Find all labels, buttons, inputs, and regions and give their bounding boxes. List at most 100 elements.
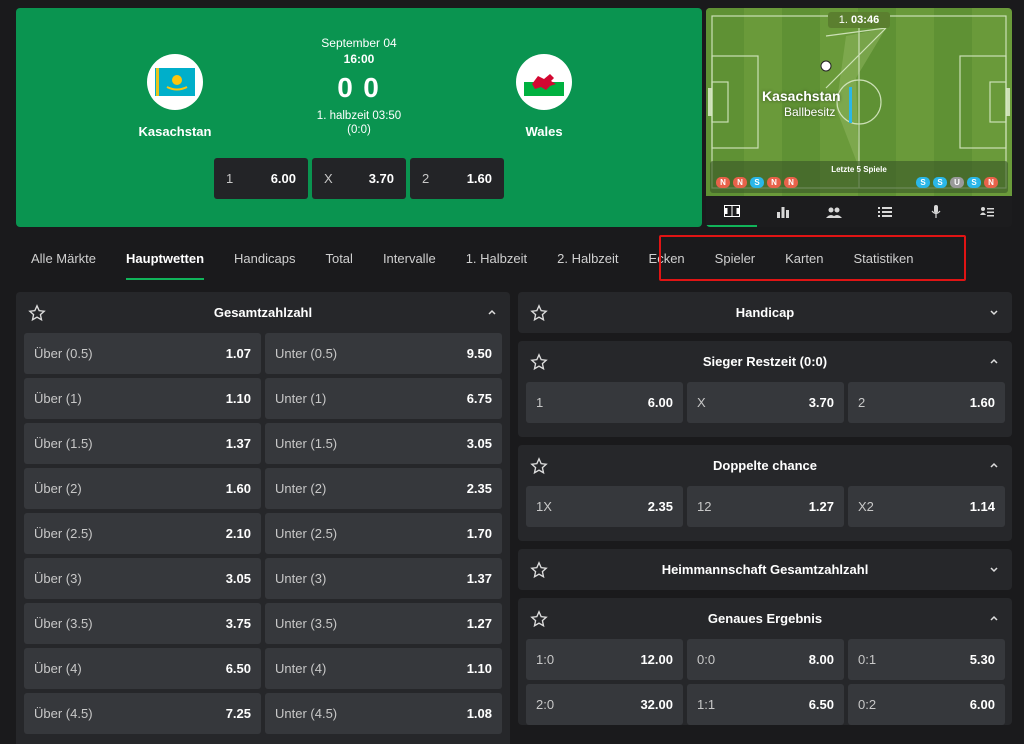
odd-cell-under[interactable]: Unter (2) 2.35 (265, 468, 502, 509)
odd-cell-over[interactable]: Über (2.5) 2.10 (24, 513, 261, 554)
odd-value: 1.37 (225, 436, 251, 451)
odd-label: X (697, 395, 706, 410)
away-team[interactable]: Wales (484, 54, 604, 139)
microphone-icon[interactable] (910, 196, 961, 227)
odd-value: 1.08 (466, 706, 492, 721)
odd-cell-under[interactable]: Unter (0.5) 9.50 (265, 333, 502, 374)
tab-corners[interactable]: Ecken (634, 236, 700, 282)
list-icon[interactable] (859, 196, 910, 227)
odd-cell[interactable]: 1:0 12.00 (526, 639, 683, 680)
tab-players[interactable]: Spieler (700, 236, 770, 282)
chevron-up-icon[interactable] (486, 306, 498, 318)
pitch-icon[interactable] (706, 196, 757, 227)
home-form: N N S N N (716, 177, 798, 188)
odd-cell[interactable]: 0:1 5.30 (848, 639, 1005, 680)
odd-value: 6.00 (647, 395, 673, 410)
favorite-star-icon[interactable] (530, 561, 548, 579)
chevron-up-icon[interactable] (988, 459, 1000, 471)
chevron-up-icon[interactable] (988, 612, 1000, 624)
odd-cell-under[interactable]: Unter (4) 1.10 (265, 648, 502, 689)
odd-cell-over[interactable]: Über (3.5) 3.75 (24, 603, 261, 644)
odd-draw[interactable]: X 3.70 (312, 158, 406, 199)
lineup-icon[interactable] (808, 196, 859, 227)
odd-cell-under[interactable]: Unter (2.5) 1.70 (265, 513, 502, 554)
favorite-star-icon[interactable] (530, 353, 548, 371)
tab-main-bets[interactable]: Hauptwetten (111, 236, 219, 282)
odd-cell[interactable]: 1:1 6.50 (687, 684, 844, 725)
market-header[interactable]: Heimmannschaft Gesamtzahlzahl (518, 549, 1012, 590)
chevron-down-icon[interactable] (988, 563, 1000, 575)
odd-home-win[interactable]: 1 6.00 (214, 158, 308, 199)
odd-label: Über (0.5) (34, 346, 93, 361)
odd-cell[interactable]: X2 1.14 (848, 486, 1005, 527)
odd-label: 1:1 (697, 697, 716, 712)
favorite-star-icon[interactable] (28, 304, 46, 322)
odd-cell-under[interactable]: Unter (4.5) 1.08 (265, 693, 502, 734)
market-exact-score: Genaues Ergebnis 1:0 12.00 0:0 8.00 0:1 5.3… (518, 598, 1012, 725)
tab-first-half[interactable]: 1. Halbzeit (451, 236, 542, 282)
odd-cell-over[interactable]: Über (4) 6.50 (24, 648, 261, 689)
tab-intervals[interactable]: Intervalle (368, 236, 451, 282)
odd-cell[interactable]: 1X 2.35 (526, 486, 683, 527)
tab-statistics[interactable]: Statistiken (838, 236, 928, 282)
market-header[interactable]: Sieger Restzeit (0:0) (518, 341, 1012, 382)
odd-label: 1X (536, 499, 552, 514)
pitch-visualization: 1. 03:46 Kasachstan Ballbesitz Letzte 5 … (706, 8, 1012, 196)
odd-cell-over[interactable]: Über (1.5) 1.37 (24, 423, 261, 464)
favorite-star-icon[interactable] (530, 457, 548, 475)
odd-label: Unter (2) (275, 481, 327, 496)
odd-cell-over[interactable]: Über (1) 1.10 (24, 378, 261, 419)
odd-cell-over[interactable]: Über (0.5) 1.07 (24, 333, 261, 374)
odd-cell-over[interactable]: Über (4.5) 7.25 (24, 693, 261, 734)
odd-label: X2 (858, 499, 874, 514)
odd-cell-under[interactable]: Unter (3) 1.37 (265, 558, 502, 599)
odd-cell-over[interactable]: Über (3) 3.05 (24, 558, 261, 599)
possession-label: Ballbesitz (784, 105, 836, 119)
odd-label: 2 (422, 171, 430, 186)
market-title: Heimmannschaft Gesamtzahlzahl (661, 562, 869, 577)
tab-handicaps[interactable]: Handicaps (219, 236, 310, 282)
odd-cell-under[interactable]: Unter (1) 6.75 (265, 378, 502, 419)
odd-cell[interactable]: 0:2 6.00 (848, 684, 1005, 725)
match-clock: 1. 03:46 (828, 12, 890, 28)
favorite-star-icon[interactable] (530, 610, 548, 628)
market-header[interactable]: Handicap (518, 292, 1012, 333)
match-center: September 04 16:00 00 1. halbzeit 03:50 … (286, 36, 432, 136)
market-header[interactable]: Gesamtzahlzahl (16, 292, 510, 333)
odd-label: 12 (697, 499, 712, 514)
odd-cell[interactable]: 1 6.00 (526, 382, 683, 423)
tab-all-markets[interactable]: Alle Märkte (16, 236, 111, 282)
form-chip: S (750, 177, 764, 188)
odd-cell[interactable]: 2:0 32.00 (526, 684, 683, 725)
market-title: Doppelte chance (712, 458, 818, 473)
odd-cell-under[interactable]: Unter (3.5) 1.27 (265, 603, 502, 644)
standings-icon[interactable] (961, 196, 1012, 227)
chevron-down-icon[interactable] (988, 306, 1000, 318)
odd-cell[interactable]: X 3.70 (687, 382, 844, 423)
odd-cell-over[interactable]: Über (2) 1.60 (24, 468, 261, 509)
odd-value: 2.35 (647, 499, 673, 514)
tab-total[interactable]: Total (310, 236, 367, 282)
odd-cell[interactable]: 12 1.27 (687, 486, 844, 527)
odd-label: 1 (226, 171, 234, 186)
odd-value: 6.50 (808, 697, 834, 712)
last-five-label: Letzte 5 Spiele (831, 165, 887, 174)
tab-cards[interactable]: Karten (770, 236, 838, 282)
market-header[interactable]: Doppelte chance (518, 445, 1012, 486)
form-chip: S (916, 177, 930, 188)
odd-cell[interactable]: 2 1.60 (848, 382, 1005, 423)
stats-bars-icon[interactable] (757, 196, 808, 227)
odd-cell-under[interactable]: Unter (1.5) 3.05 (265, 423, 502, 464)
market-header[interactable]: Genaues Ergebnis (518, 598, 1012, 639)
home-team[interactable]: Kasachstan (115, 54, 235, 139)
odd-value: 2.10 (225, 526, 251, 541)
favorite-star-icon[interactable] (530, 304, 548, 322)
odd-cell[interactable]: 0:0 8.00 (687, 639, 844, 680)
odd-value: 1.70 (466, 526, 492, 541)
rest-time-grid: 1 6.00 X 3.70 2 1.60 (518, 382, 1012, 437)
odd-away-win[interactable]: 2 1.60 (410, 158, 504, 199)
odd-label: Über (1.5) (34, 436, 93, 451)
tab-second-half[interactable]: 2. Halbzeit (542, 236, 633, 282)
form-chip: S (967, 177, 981, 188)
chevron-up-icon[interactable] (988, 355, 1000, 367)
